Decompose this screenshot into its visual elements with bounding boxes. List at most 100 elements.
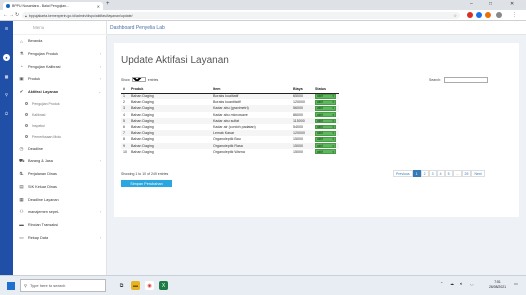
status-select[interactable]: aktif ▾ [315,137,336,142]
volume-icon[interactable]: 🔉︎ [460,281,463,286]
tab-close-icon[interactable]: ✕ [97,4,100,9]
sidebar-item[interactable]: ▬ Rincian Transaksi [13,219,107,232]
circle-icon [25,102,28,106]
sidebar-subitem-label: Pengujian Produk [32,101,60,106]
apps-grid-icon[interactable]: ▦ [3,73,10,80]
chevron-icon: › [99,64,101,69]
location-pin-icon[interactable]: ⚲ [3,91,10,98]
browser-tab[interactable]: BPPU Nusantara - Balai Pengujian... ✕ [3,2,103,10]
sidebar-subitem[interactable]: Kalibrasi [13,109,107,120]
page-button[interactable]: 25 [461,170,472,177]
windows-start-icon[interactable] [7,282,15,290]
column-header-item[interactable]: Item [211,86,291,94]
sidebar-item-label: Aktifasi Layanan [28,90,59,95]
page-button[interactable]: 4 [436,170,445,177]
sidebar-item[interactable]: ✔ Aktifasi Layanan ⌄ [13,86,107,99]
chevron-down-icon: ▾ [332,94,334,99]
sidebar-subitem[interactable]: Pengujian Produk [13,98,107,109]
icon-rail: ☰ ● ▦ ⚲ ⏻ [0,21,13,275]
chevron-down-icon: ▾ [332,137,334,142]
new-tab-button[interactable]: + [106,1,110,7]
sidebar-item[interactable]: ▭ Rekap Data › [13,231,107,244]
page-title: Update Aktifasi Layanan [121,55,229,66]
status-select[interactable]: aktif ▾ [315,94,336,99]
status-select[interactable]: aktif ▾ [315,106,336,111]
wifi-icon[interactable]: ◡ [470,281,474,286]
sidebar-item-label: Perjalanan Dinas [28,172,57,177]
file-explorer-icon[interactable]: ▬ [131,281,140,290]
column-header-produk[interactable]: Produk [129,86,211,94]
status-select[interactable]: aktif ▾ [315,112,336,117]
status-select[interactable]: aktif ▾ [315,143,336,148]
table-info: Showing 1 to 10 of 249 entries [121,172,169,176]
profile-avatar[interactable] [496,12,502,18]
box-icon: ▣ [19,76,24,82]
sidebar-item-label: Pengujian Produk [28,52,58,57]
chevron-down-icon: ▾ [332,125,334,130]
status-select[interactable]: aktif ▾ [315,99,336,105]
sidebar-item[interactable]: ⌂ Beranda [13,35,107,48]
browser-menu-icon[interactable]: ⋮ [512,12,517,18]
column-header-no[interactable]: # [121,86,129,94]
page-button[interactable]: 3 [428,170,437,177]
sidebar-item[interactable]: ◷ Deadline [13,142,107,155]
sidebar-item[interactable]: ▦ Deadline Layanan [13,193,107,206]
page-button[interactable]: 1 [412,170,421,177]
cart-icon: ⛟ [19,157,25,163]
sidebar-item[interactable]: ⚇ manajemen sepeL › [13,206,107,219]
back-arrow-icon[interactable]: ← [3,12,8,18]
status-value: aktif [317,137,323,142]
task-view-icon[interactable]: ⧉ [117,281,126,290]
hamburger-menu-icon[interactable]: ☰ [3,25,10,32]
tray-chevron-icon[interactable]: ⌃ [440,281,443,286]
notification-icon[interactable]: ▭ [514,281,518,286]
sidebar-subitem[interactable]: Inspeksi [13,120,107,131]
restore-icon[interactable]: □ [489,1,492,7]
chrome-icon[interactable]: ◉ [145,281,154,290]
minimize-icon[interactable]: – [470,1,473,7]
page-button[interactable]: 5 [444,170,453,177]
network-icon[interactable]: ☁ [450,281,454,286]
chevron-down-icon: ▾ [332,118,334,123]
column-header-biaya[interactable]: Biaya [291,86,313,94]
chat-icon[interactable]: ● [3,54,10,61]
forward-arrow-icon[interactable]: → [9,12,14,18]
cell-no: 10 [123,149,127,154]
column-header-status[interactable]: Status [313,86,339,94]
search-input[interactable] [444,77,489,83]
extension-icon[interactable] [467,12,473,18]
status-select[interactable]: aktif ▾ [315,124,336,130]
taskbar-search-box[interactable]: ⚲ Type here to search [20,279,106,292]
sidebar-item[interactable]: ◔ Pengujian Kalibrasi › [13,60,107,73]
extension-icon[interactable] [485,12,491,18]
bookmark-star-icon[interactable]: ☆ [453,13,457,18]
page-button[interactable]: 2 [420,170,429,177]
sidebar-item[interactable]: ▣ Produk › [13,73,107,86]
window-close-icon[interactable]: ✕ [510,1,514,7]
extension-icon[interactable] [476,12,482,18]
reload-icon[interactable]: ↻ [15,12,19,18]
table-header-row: # Produk Item Biaya Status [121,86,339,94]
sidebar-item-label: Deadline [28,146,43,151]
entries-select[interactable]: 10 [131,77,146,82]
id-card-icon: ▤ [19,183,24,189]
sidebar-subitem[interactable]: Pemeriksaan Mutu [13,131,107,142]
url-field[interactable]: 🔒︎ bppujakarta.kemenperin.go.id/admin/di… [22,12,460,19]
status-select[interactable]: aktif ▾ [315,130,336,136]
previous-page-button[interactable]: Previous [393,170,413,177]
taskbar-clock[interactable]: 7:51 26/08/2021 [489,280,506,289]
sidebar-item[interactable]: ▤ SIK Keluar Dinas [13,181,107,194]
status-value: aktif [317,94,323,99]
sidebar-item[interactable]: ⛟ Barang & Jasa › [13,155,107,168]
status-value: aktif [317,125,323,130]
chevron-down-icon: ▾ [332,131,334,136]
power-icon[interactable]: ⏻ [3,110,10,117]
users-icon: ⚇ [19,209,24,215]
save-changes-button[interactable]: Simpan Perubahan [121,180,172,187]
sidebar-item[interactable]: ⛐ Perjalanan Dinas [13,168,107,181]
next-page-button[interactable]: Next [471,170,485,177]
status-select[interactable]: aktif ▾ [315,118,336,124]
sidebar-item[interactable]: ⚗ Pengujian Produk › [13,48,107,61]
excel-icon[interactable]: X [159,281,168,290]
status-select[interactable]: aktif ▾ [315,149,336,155]
